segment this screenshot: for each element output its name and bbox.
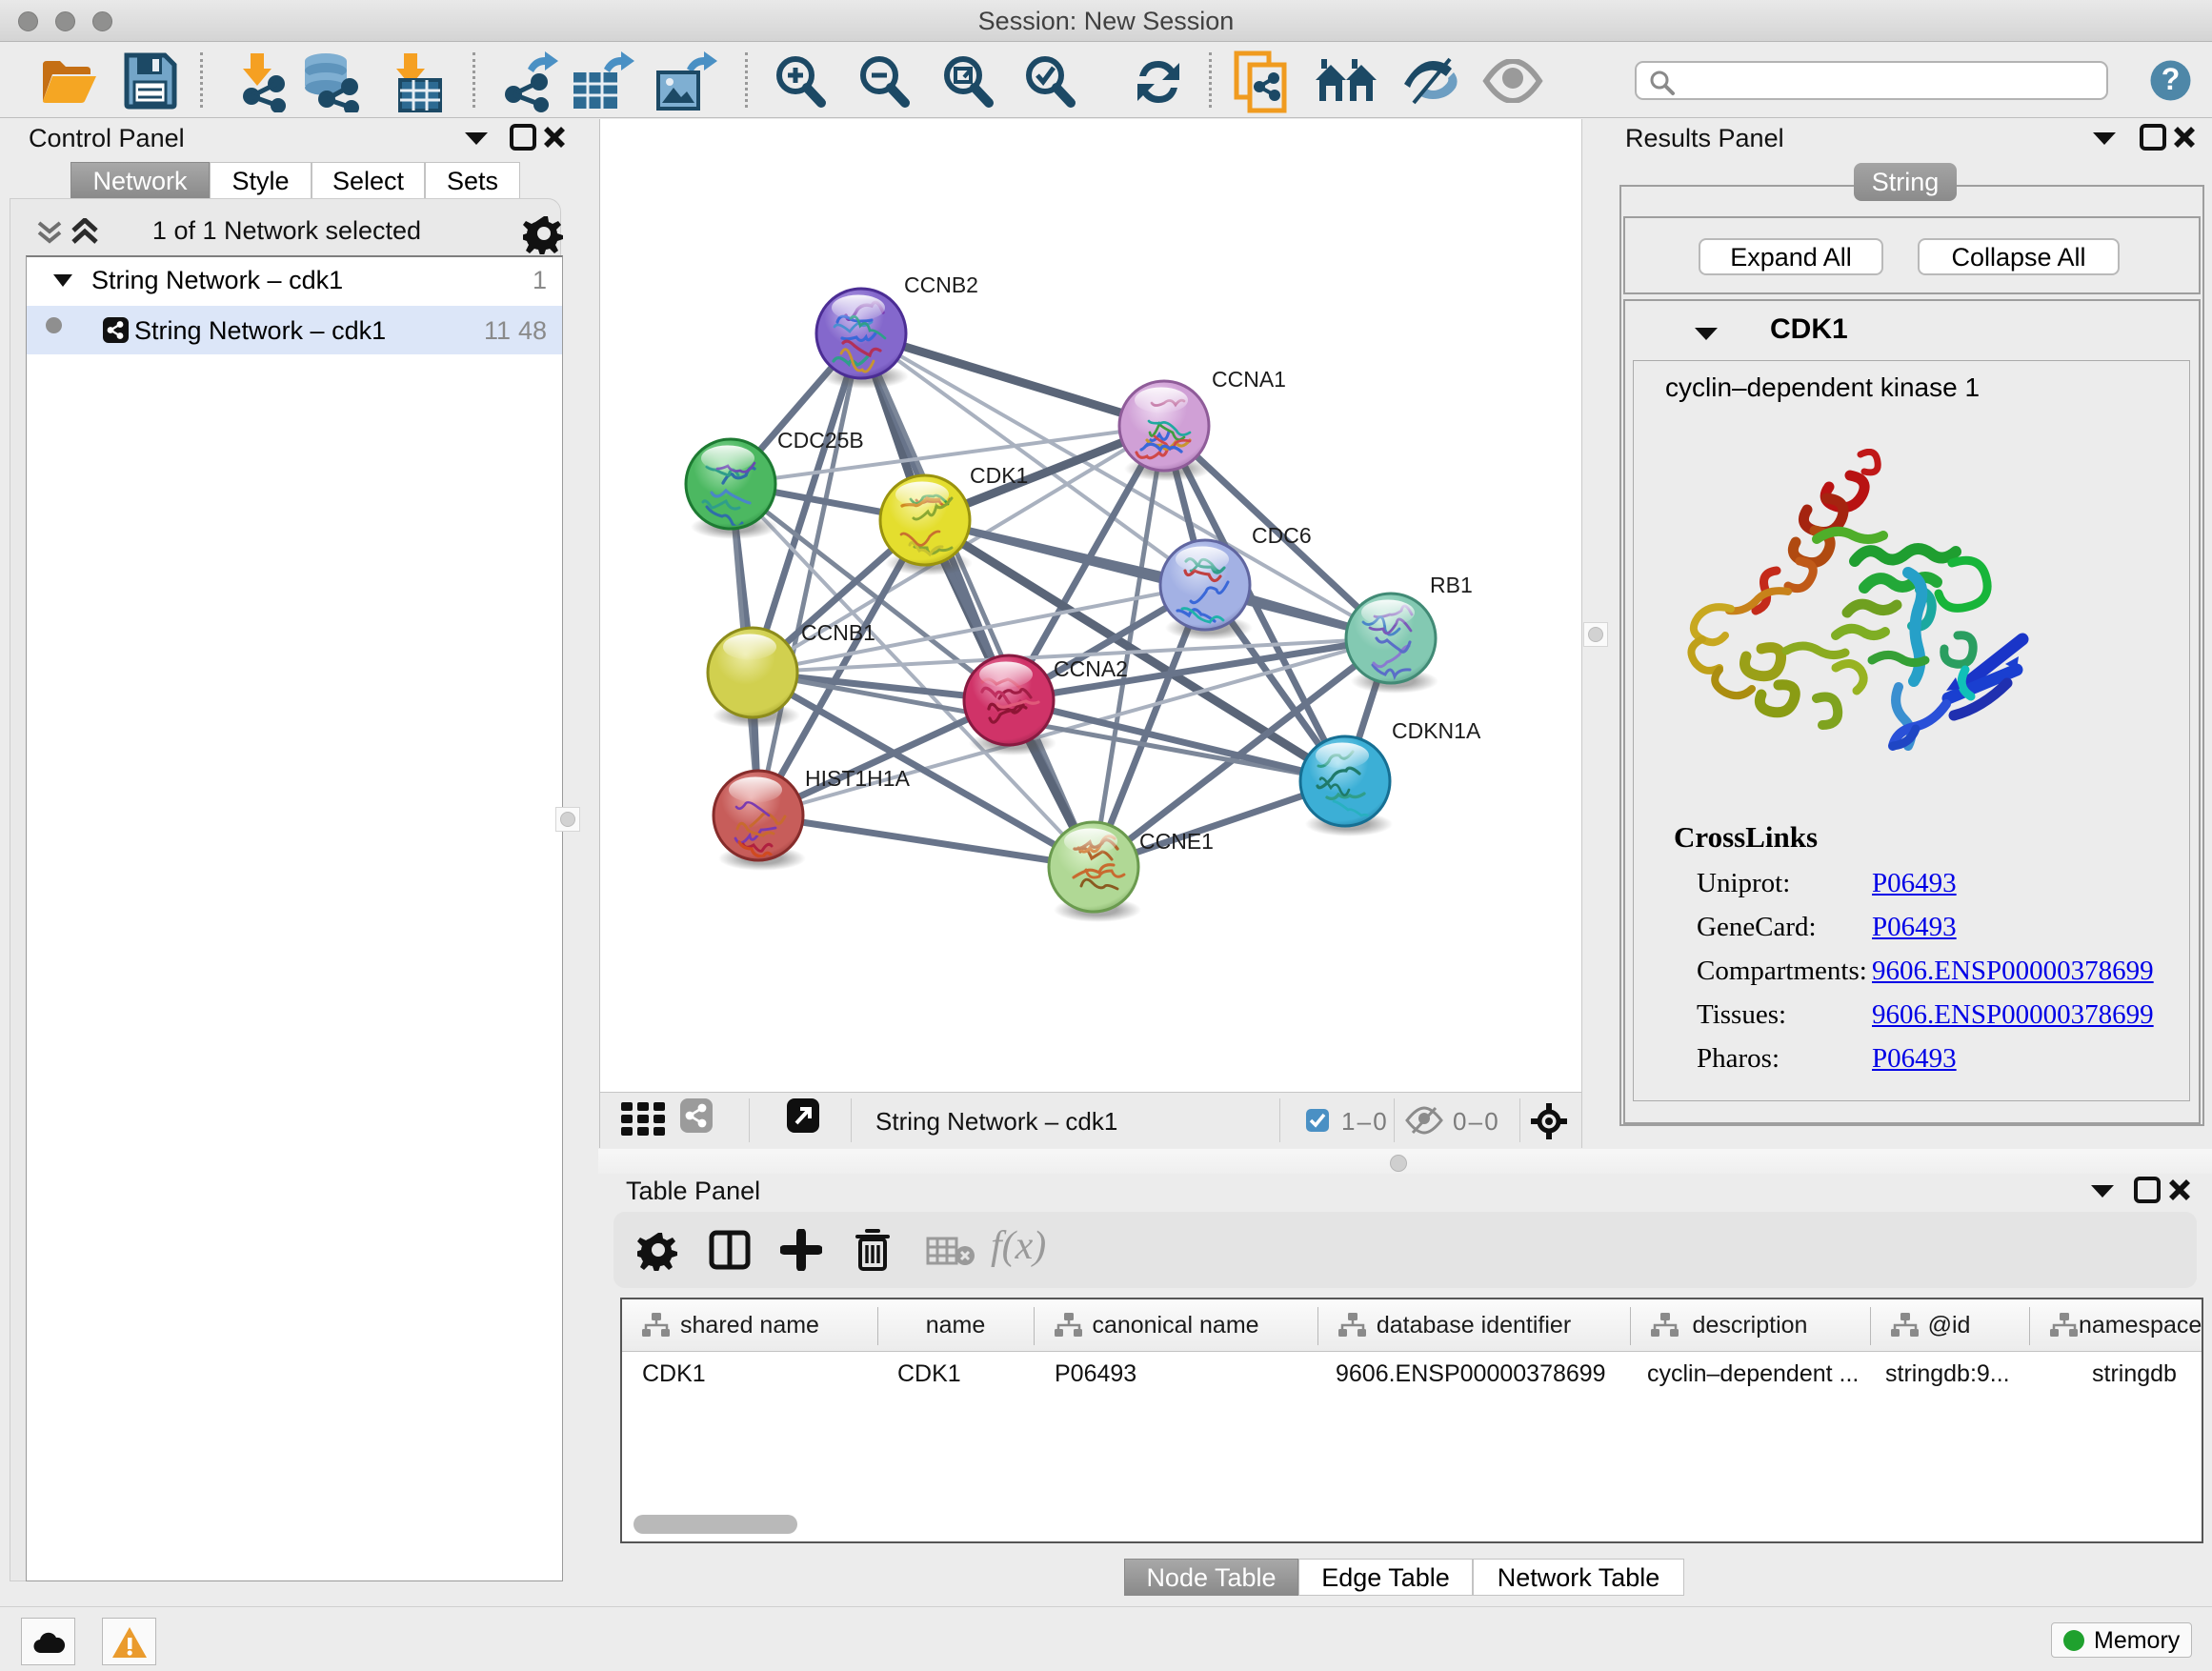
svg-text:HIST1H1A: HIST1H1A xyxy=(805,766,911,791)
svg-text:CCNE1: CCNE1 xyxy=(1139,829,1214,854)
svg-text:?: ? xyxy=(2162,62,2181,96)
svg-text:CDK1: CDK1 xyxy=(970,463,1028,488)
svg-text:CCNA2: CCNA2 xyxy=(1054,656,1128,681)
svg-text:CCNB2: CCNB2 xyxy=(904,272,978,297)
svg-text:CDC6: CDC6 xyxy=(1252,523,1312,548)
svg-text:RB1: RB1 xyxy=(1430,573,1473,597)
svg-text:CDKN1A: CDKN1A xyxy=(1392,718,1481,743)
svg-text:CDC25B: CDC25B xyxy=(777,428,864,453)
svg-text:CCNB1: CCNB1 xyxy=(801,620,875,645)
svg-text:CCNA1: CCNA1 xyxy=(1212,367,1286,392)
